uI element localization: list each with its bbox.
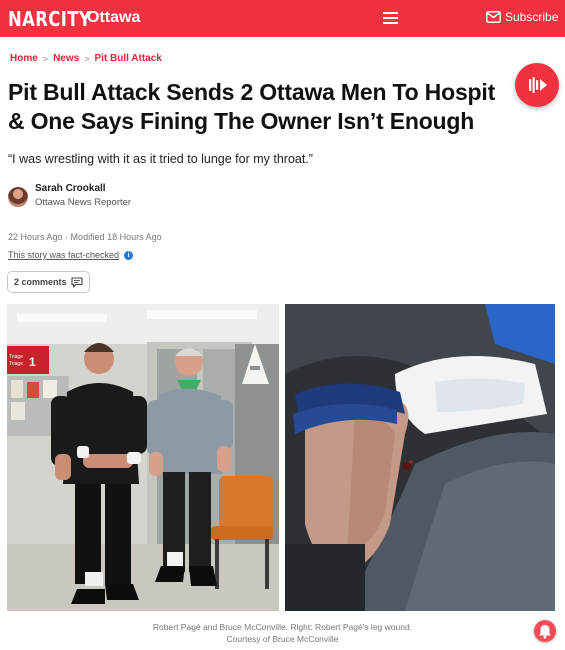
subscribe-button[interactable]: Subscribe bbox=[486, 10, 558, 24]
fact-check-row: This story was fact-checked i bbox=[8, 250, 134, 260]
caption-line-1: Robert Pagé and Bruce McConville. Right:… bbox=[152, 622, 413, 632]
article-dek: “I was wrestling with it as it tried to … bbox=[8, 152, 313, 166]
article-timestamp: 22 Hours Ago · Modified 18 Hours Ago bbox=[8, 232, 162, 242]
comments-label: 2 comments bbox=[14, 277, 67, 287]
photo-two-men-hospital: Triage Triage 1 bbox=[7, 304, 279, 611]
hamburger-icon[interactable] bbox=[383, 12, 398, 24]
headline-line-1: Pit Bull Attack Sends 2 Ottawa Men To Ho… bbox=[8, 79, 496, 105]
author-name[interactable]: Sarah Crookall bbox=[35, 183, 131, 194]
info-icon[interactable]: i bbox=[124, 250, 134, 260]
audio-play-icon bbox=[529, 77, 547, 93]
photo-leg-wound bbox=[285, 304, 555, 611]
article-headline: Pit Bull Attack Sends 2 Ottawa Men To Ho… bbox=[8, 78, 565, 136]
photo-caption: Robert Pagé and Bruce McConville. Right:… bbox=[0, 621, 565, 645]
subscribe-label: Subscribe bbox=[505, 10, 559, 24]
caption-credit: Courtesy of Bruce McConville bbox=[226, 634, 339, 644]
author-role: Ottawa News Reporter bbox=[35, 197, 132, 208]
breadcrumb-separator: > bbox=[42, 53, 49, 64]
audio-play-button[interactable] bbox=[515, 63, 559, 107]
modified-time: · Modified 18 Hours Ago bbox=[65, 232, 162, 242]
author-block[interactable]: Sarah Crookall Ottawa News Reporter bbox=[8, 183, 131, 208]
city-name[interactable]: Ottawa bbox=[87, 9, 140, 27]
bell-icon bbox=[539, 625, 551, 639]
breadcrumb-home[interactable]: Home bbox=[10, 53, 38, 64]
fact-check-link[interactable]: This story was fact-checked bbox=[8, 250, 119, 260]
published-time: 22 Hours Ago bbox=[8, 232, 63, 242]
svg-text:Triage: Triage bbox=[9, 354, 23, 360]
breadcrumb: Home > News > Pit Bull Attack bbox=[10, 53, 162, 64]
headline-line-2: & One Says Fining The Owner Isn’t Enough bbox=[8, 108, 475, 134]
mail-icon bbox=[486, 11, 501, 23]
svg-text:Triage: Triage bbox=[9, 361, 23, 367]
breadcrumb-current[interactable]: Pit Bull Attack bbox=[94, 53, 161, 64]
breadcrumb-news[interactable]: News bbox=[53, 53, 79, 64]
breadcrumb-separator: > bbox=[84, 53, 90, 64]
comment-icon bbox=[70, 276, 83, 288]
notification-bell-button[interactable] bbox=[534, 620, 556, 642]
narcity-logo[interactable]: NARCITY bbox=[8, 7, 91, 31]
top-navigation-bar: NARCITY Ottawa Subscribe bbox=[0, 0, 565, 37]
comments-button[interactable]: 2 comments bbox=[7, 271, 90, 293]
svg-text:1: 1 bbox=[29, 355, 36, 369]
avatar[interactable] bbox=[8, 187, 28, 207]
